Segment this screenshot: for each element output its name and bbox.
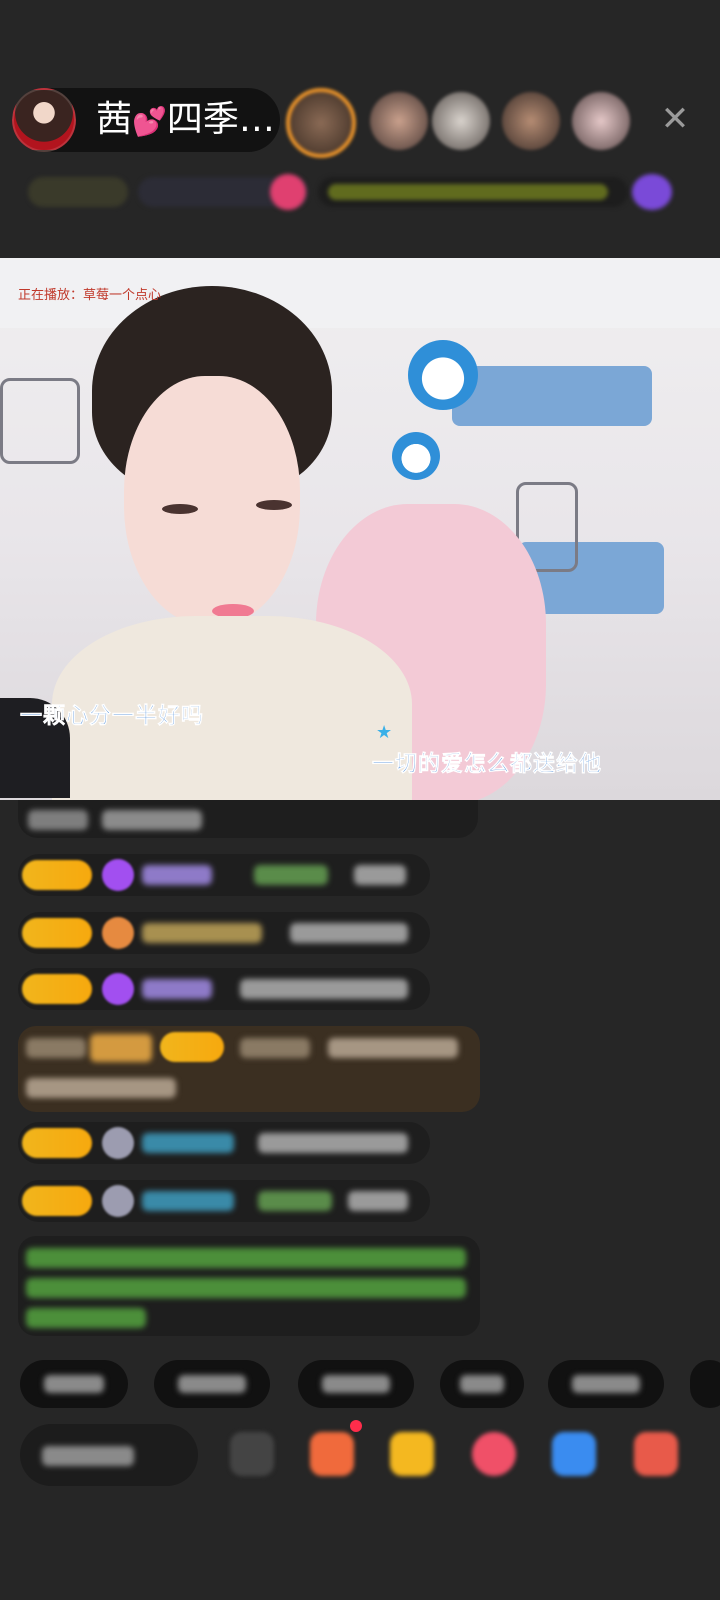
quick-reply-chip[interactable] <box>690 1360 720 1408</box>
heart-icon: 💕 <box>132 105 167 138</box>
task-banner-text <box>328 184 608 200</box>
host-name-text: 茜 <box>96 99 133 140</box>
viewer-avatar[interactable] <box>502 92 560 150</box>
list-item[interactable] <box>18 912 430 954</box>
quick-reply-label <box>322 1375 390 1393</box>
now-playing-label: 正在播放：草莓一个点心 <box>18 288 162 303</box>
treasure-icon[interactable] <box>390 1432 434 1476</box>
game-icon[interactable] <box>552 1432 596 1476</box>
system-notice <box>18 1236 480 1336</box>
list-item[interactable] <box>18 1122 430 1164</box>
gift-icon <box>102 973 134 1005</box>
level-badge <box>22 1128 92 1158</box>
close-icon[interactable]: ✕ <box>658 102 692 136</box>
viewer-avatar[interactable] <box>432 92 490 150</box>
viewer-avatar[interactable] <box>572 92 630 150</box>
more-icon[interactable] <box>634 1432 678 1476</box>
avatar <box>102 1185 134 1217</box>
level-badge <box>22 974 92 1004</box>
list-item-highlight[interactable] <box>18 1026 480 1112</box>
host-avatar[interactable] <box>12 88 76 152</box>
level-badge <box>22 918 92 948</box>
quick-reply-label <box>44 1375 104 1393</box>
quick-reply-label <box>178 1375 246 1393</box>
quick-reply-label <box>460 1375 504 1393</box>
notification-dot <box>350 1420 362 1432</box>
badge-icon[interactable] <box>632 174 672 210</box>
viewer-avatar[interactable] <box>370 92 428 150</box>
quick-reply-label <box>572 1375 640 1393</box>
chat-input[interactable] <box>20 1424 198 1486</box>
chat-icon[interactable] <box>230 1432 274 1476</box>
host-name-suffix: 四季… <box>166 99 275 140</box>
gift-box-icon[interactable] <box>310 1432 354 1476</box>
level-badge <box>22 1186 92 1216</box>
viewer-avatar[interactable] <box>286 88 356 158</box>
avatar <box>102 917 134 949</box>
star-icon: ★ <box>376 722 393 743</box>
rank-chip[interactable] <box>28 177 128 207</box>
list-item[interactable] <box>18 854 430 896</box>
live-video[interactable]: 正在播放：草莓一个点心 一颗心分一半好吗 ★ 一切的爱怎么都送给他 <box>0 258 720 800</box>
red-envelope-icon[interactable] <box>472 1432 516 1476</box>
lyric-line-1: 一颗心分一半好吗 <box>20 704 205 730</box>
level-badge <box>160 1032 224 1062</box>
gift-icon <box>102 859 134 891</box>
gift-icon[interactable] <box>270 174 306 210</box>
list-item[interactable] <box>18 800 478 838</box>
list-item[interactable] <box>18 1180 430 1222</box>
list-item[interactable] <box>18 968 430 1010</box>
avatar <box>102 1127 134 1159</box>
level-badge <box>22 860 92 890</box>
host-name[interactable]: 茜💕四季… <box>96 100 275 142</box>
lyric-line-2: 一切的爱怎么都送给他 <box>372 752 603 778</box>
